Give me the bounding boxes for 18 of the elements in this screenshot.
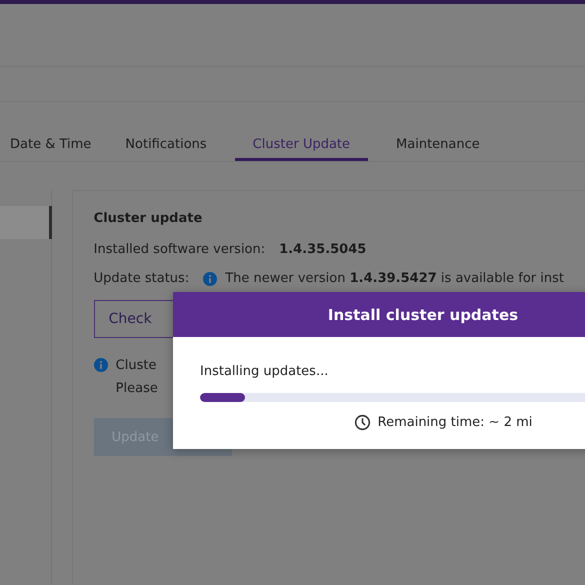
dialog-title: Install cluster updates [328, 306, 518, 324]
tab[interactable]: Date & Time [4, 130, 98, 161]
sidebar-item[interactable] [0, 206, 52, 239]
progress-message: Installing updates... [200, 364, 330, 379]
tab[interactable]: Notifications [119, 130, 213, 161]
section-title: Cluster update [94, 211, 204, 226]
update-status-label: Update status: [94, 271, 190, 286]
info-icon [94, 358, 108, 372]
notice-text: Please [116, 381, 158, 396]
installed-version-label: Installed software version: [94, 242, 266, 257]
notice-text: Cluste [116, 358, 158, 373]
tab[interactable]: Maintenance [390, 130, 486, 161]
remaining-time: Remaining time: ~ 2 mi [378, 415, 532, 430]
installed-version-value: 1.4.35.5045 [279, 242, 366, 257]
update-status-text: The newer version 1.4.39.5427 is available for inst [225, 271, 564, 286]
info-icon [203, 272, 218, 286]
tab[interactable]: Cluster Update [234, 130, 368, 161]
clock-icon [354, 414, 371, 431]
